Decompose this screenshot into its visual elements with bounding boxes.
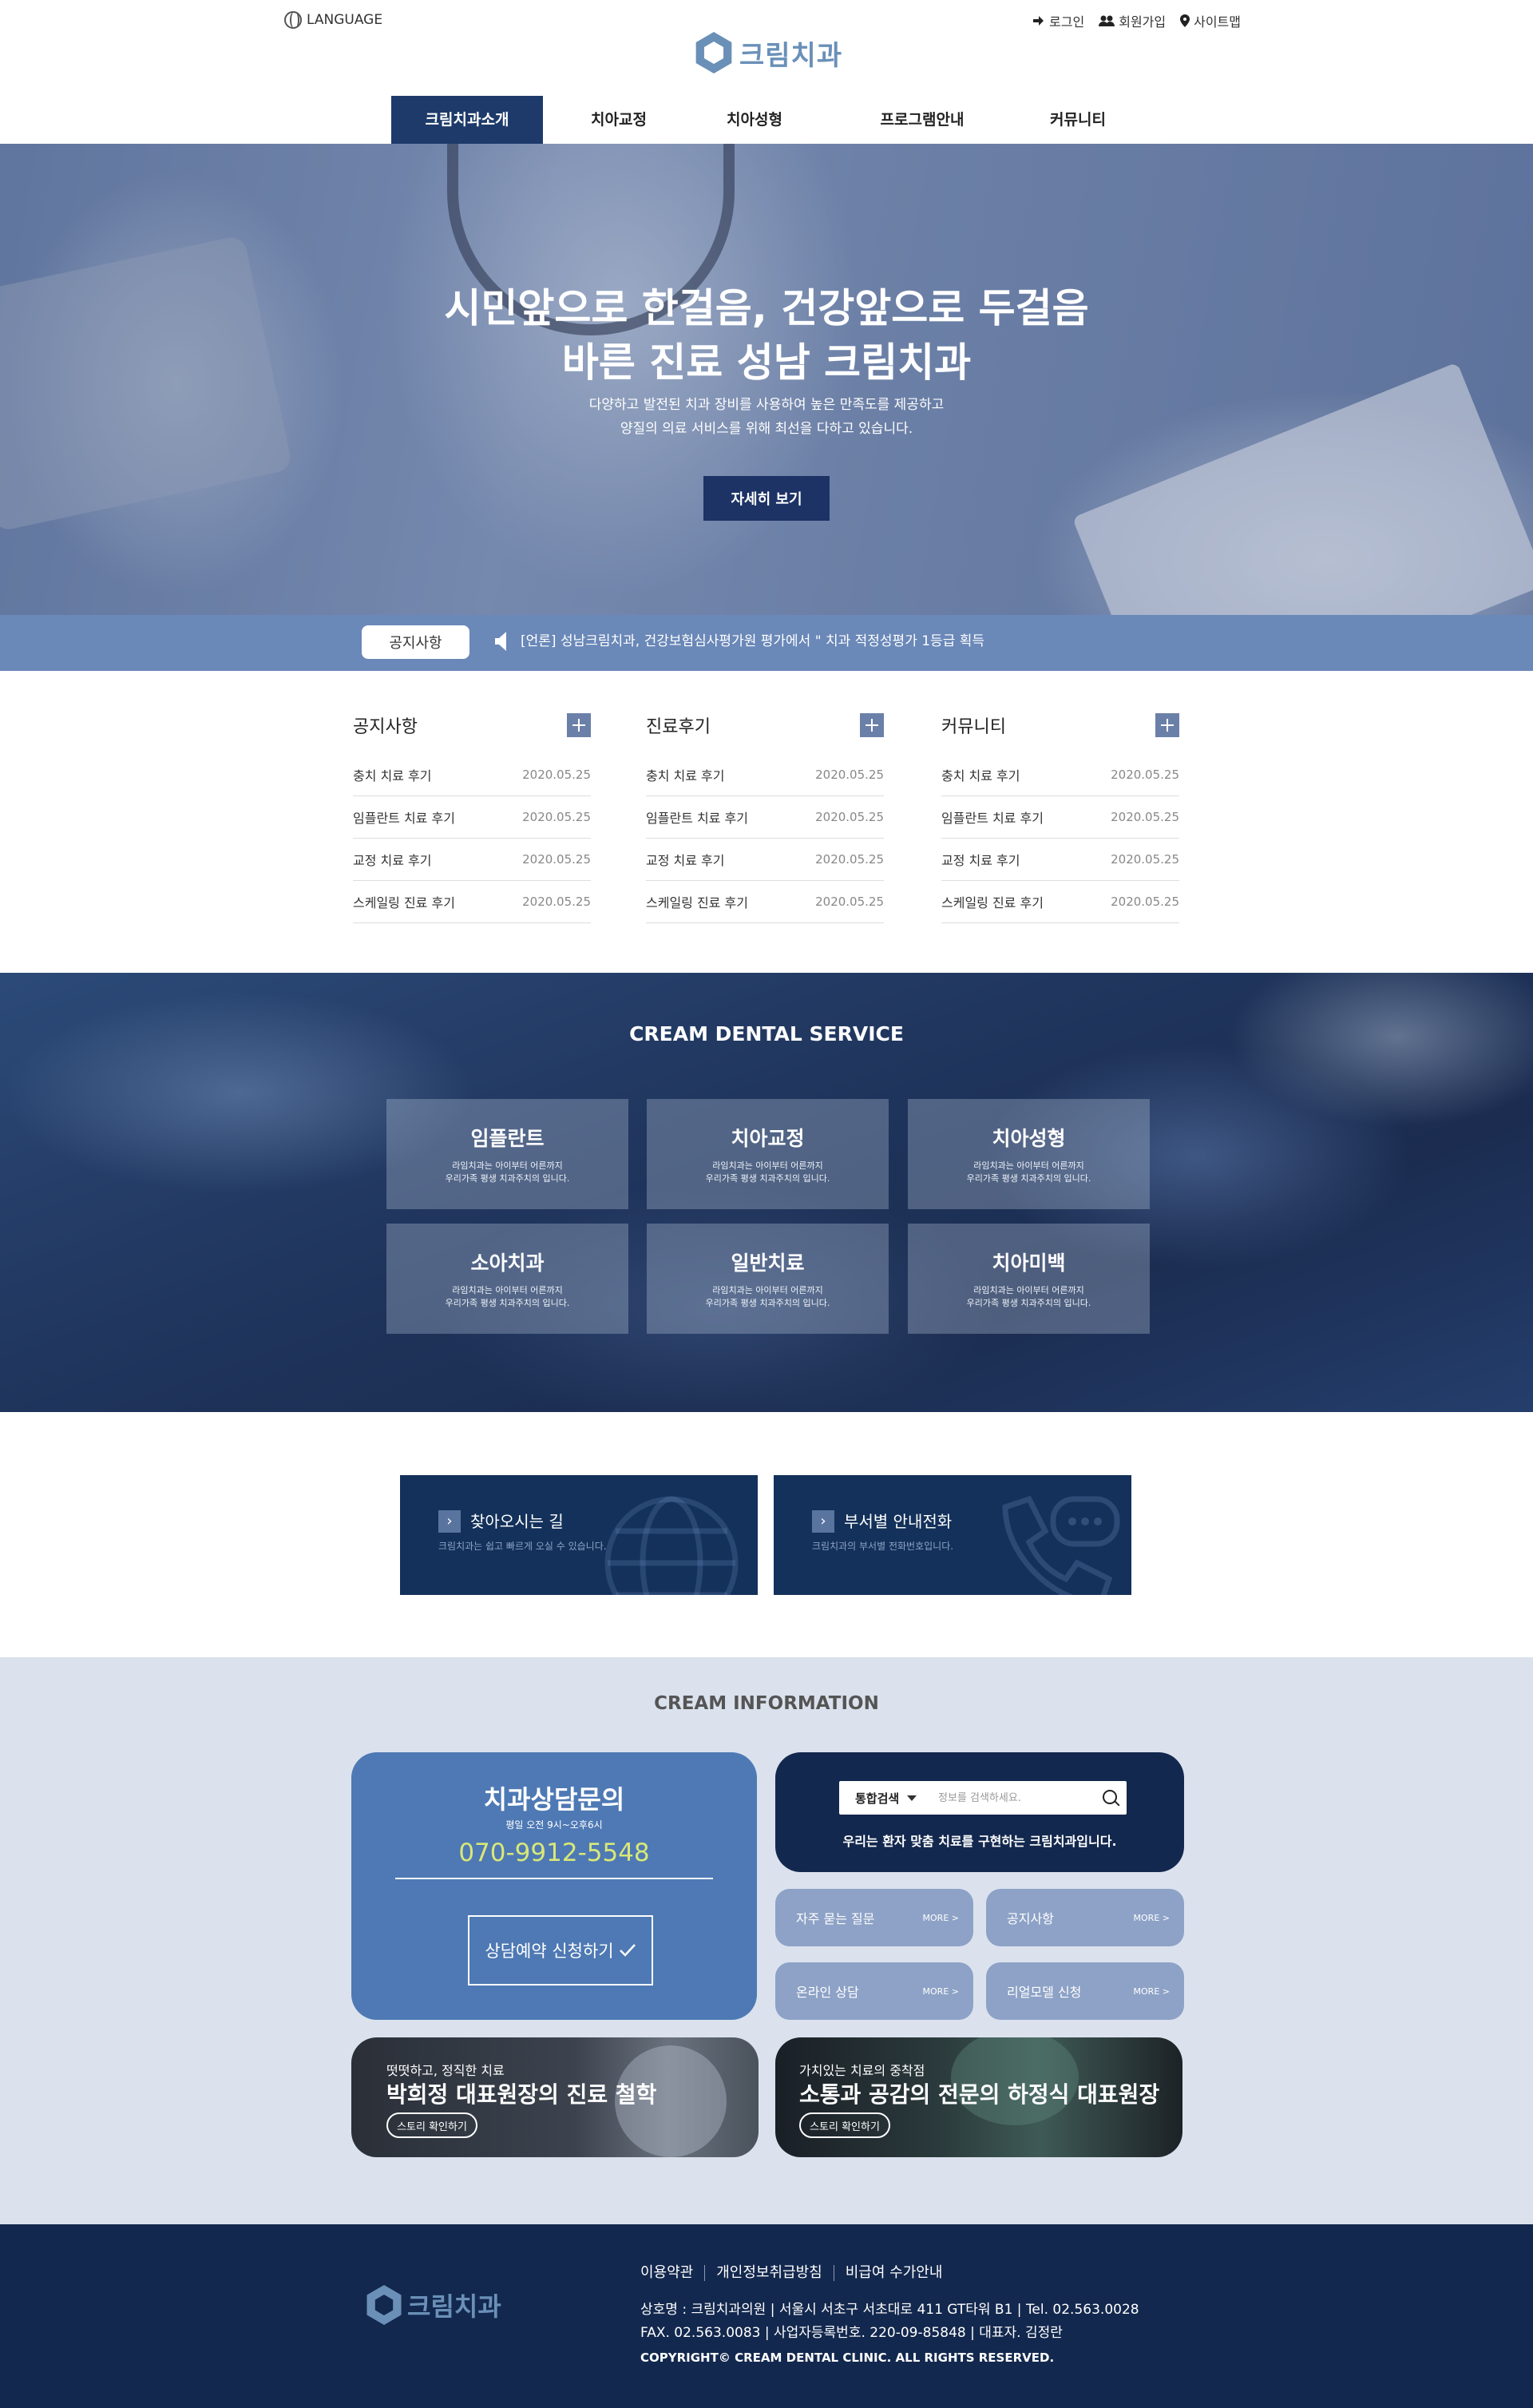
hero-more-button[interactable]: 자세히 보기 <box>703 476 830 521</box>
information-section <box>0 1657 1533 2224</box>
footer-copyright: COPYRIGHT© CREAM DENTAL CLINIC. ALL RIGH… <box>640 2350 1055 2365</box>
list-item[interactable]: 임플란트 치료 후기 2020.05.25 <box>646 796 884 839</box>
consult-reservation-button[interactable]: 상담예약 신청하기 <box>468 1915 653 1986</box>
globe-icon <box>604 1496 739 1595</box>
list-item[interactable]: 스케일링 진료 후기 2020.05.25 <box>646 881 884 923</box>
list-item[interactable]: 교정 치료 후기 2020.05.25 <box>353 839 591 881</box>
board-reviews: 진료후기 충치 치료 후기 2020.05.25 임플란트 치료 후기 2020.0… <box>646 711 884 923</box>
quick-link-phone-directory[interactable]: › 부서별 안내전화 크림치과의 부서별 전화번호입니다. <box>774 1475 1131 1595</box>
logo-text: 크림치과 <box>739 39 843 72</box>
story-button[interactable]: 스토리 확인하기 <box>799 2112 890 2138</box>
chevron-right-icon: › <box>812 1510 834 1533</box>
service-card-implant[interactable]: 임플란트 라임치과는 아이부터 어른까지 우리가족 평생 치과주치의 입니다. <box>386 1099 628 1209</box>
nav-item-about[interactable]: 크림치과소개 <box>391 96 543 144</box>
list-item[interactable]: 교정 치료 후기 2020.05.25 <box>941 839 1179 881</box>
privacy-link[interactable]: 개인정보취급방침 <box>704 2265 833 2281</box>
board-title: 공지사항 <box>353 717 418 737</box>
chevron-right-icon: › <box>438 1510 461 1533</box>
search-icon[interactable] <box>1095 1782 1127 1814</box>
faq-link[interactable]: 자주 묻는 질문 MORE > <box>775 1889 973 1946</box>
real-model-link[interactable]: 리얼모델 신청 MORE > <box>986 1962 1184 2020</box>
service-card-general[interactable]: 일반치료 라임치과는 아이부터 어른까지 우리가족 평생 치과주치의 입니다. <box>647 1224 889 1334</box>
notice-ticker-text[interactable]: [언론] 성남크림치과, 건강보험심사평가원 평가에서 " 치과 적정성평가 1… <box>521 632 984 651</box>
search-category-select[interactable]: 통합검색 <box>839 1790 938 1807</box>
nav-item-cosmetic[interactable]: 치아성형 <box>695 96 814 144</box>
login-link[interactable]: 로그인 <box>1032 11 1084 30</box>
list-item[interactable]: 교정 치료 후기 2020.05.25 <box>646 839 884 881</box>
search-input[interactable] <box>938 1791 1095 1804</box>
list-item[interactable]: 충치 치료 후기 2020.05.25 <box>353 754 591 796</box>
nav-item-orthodontics[interactable]: 치아교정 <box>543 96 695 144</box>
nav-item-programs[interactable]: 프로그램안내 <box>814 96 1030 144</box>
divider <box>395 1878 713 1879</box>
main-navigation: 크림치과소개 치아교정 치아성형 프로그램안내 커뮤니티 <box>391 96 1126 144</box>
footer-links: 이용약관 개인정보취급방침 비급여 수가안내 <box>640 2265 953 2281</box>
board-notice: 공지사항 충치 치료 후기 2020.05.25 임플란트 치료 후기 2020.0… <box>353 711 591 923</box>
signup-link[interactable]: 회원가입 <box>1099 11 1166 30</box>
utility-links: 로그인 회원가입 사이트맵 <box>1032 11 1241 30</box>
hero-description: 다양하고 발전된 치과 장비를 사용하여 높은 만족도를 제공하고 양질의 의료… <box>588 397 945 437</box>
footer-logo[interactable]: 크림치과 <box>364 2285 501 2325</box>
language-label: LANGUAGE <box>307 12 383 28</box>
list-item[interactable]: 충치 치료 후기 2020.05.25 <box>646 754 884 796</box>
phone-chat-icon <box>1002 1495 1120 1595</box>
list-item[interactable]: 스케일링 진료 후기 2020.05.25 <box>353 881 591 923</box>
list-item[interactable]: 충치 치료 후기 2020.05.25 <box>941 754 1179 796</box>
story-card-director-communication[interactable]: 가치있는 치료의 중착점 소통과 공감의 전문의 하정식 대표원장 스토리 확인… <box>775 2037 1182 2157</box>
logo-mark-icon <box>693 32 735 73</box>
list-item[interactable]: 스케일링 진료 후기 2020.05.25 <box>941 881 1179 923</box>
login-icon <box>1033 16 1044 26</box>
quick-link-directions[interactable]: › 찾아오시는 길 크림치과는 쉽고 빠르게 오실 수 있습니다. <box>400 1475 758 1595</box>
sitemap-link[interactable]: 사이트맵 <box>1180 11 1241 30</box>
hero-title: 시민앞으로 한걸음, 건강앞으로 두걸음 바른 진료 성남 크림치과 <box>444 285 1089 386</box>
online-consult-link[interactable]: 온라인 상담 MORE > <box>775 1962 973 2020</box>
globe-icon <box>284 11 302 29</box>
speaker-icon <box>495 632 506 651</box>
board-title: 진료후기 <box>646 717 711 737</box>
story-card-director-philosophy[interactable]: 떳떳하고, 정직한 치료 박희정 대표원장의 진료 철학 스토리 확인하기 <box>351 2037 759 2157</box>
service-card-pediatric[interactable]: 소아치과 라임치과는 아이부터 어른까지 우리가족 평생 치과주치의 입니다. <box>386 1224 628 1334</box>
language-selector[interactable]: LANGUAGE <box>284 11 382 29</box>
caret-down-icon <box>907 1795 917 1801</box>
service-title: CREAM DENTAL SERVICE <box>629 1022 904 1045</box>
terms-link[interactable]: 이용약관 <box>640 2265 704 2281</box>
footer-company-info: 상호명 : 크림치과의원 | 서울시 서초구 서초대로 411 GT타워 B1 … <box>640 2302 1139 2318</box>
list-item[interactable]: 임플란트 치료 후기 2020.05.25 <box>941 796 1179 839</box>
board-more-plus-icon[interactable] <box>1155 713 1179 737</box>
integrated-search-card: 통합검색 우리는 환자 맞춤 치료를 구현하는 크림치과입니다. <box>775 1752 1184 1872</box>
map-pin-icon <box>1180 14 1190 27</box>
fee-info-link[interactable]: 비급여 수가안내 <box>833 2265 954 2281</box>
footer-business-info: FAX. 02.563.0083 | 사업자등록번호. 220-09-85848… <box>640 2325 1063 2341</box>
notice-link[interactable]: 공지사항 MORE > <box>986 1889 1184 1946</box>
search-field: 통합검색 <box>838 1779 1128 1816</box>
users-icon <box>1099 15 1115 26</box>
notice-label[interactable]: 공지사항 <box>362 625 469 659</box>
board-more-plus-icon[interactable] <box>860 713 884 737</box>
board-more-plus-icon[interactable] <box>567 713 591 737</box>
board-community: 커뮤니티 충치 치료 후기 2020.05.25 임플란트 치료 후기 2020.0… <box>941 711 1179 923</box>
consult-card: 치과상담문의 평일 오전 9시~오후6시 070-9912-5548 상담예약 … <box>351 1752 757 2020</box>
information-title: CREAM INFORMATION <box>654 1693 879 1714</box>
service-card-whitening[interactable]: 치아미백 라임치과는 아이부터 어른까지 우리가족 평생 치과주치의 입니다. <box>908 1224 1150 1334</box>
board-title: 커뮤니티 <box>941 717 1006 737</box>
service-card-cosmetic[interactable]: 치아성형 라임치과는 아이부터 어른까지 우리가족 평생 치과주치의 입니다. <box>908 1099 1150 1209</box>
logo-mark-icon <box>364 2285 404 2325</box>
check-icon <box>619 1944 636 1957</box>
site-logo[interactable]: 크림치과 <box>693 32 842 73</box>
list-item[interactable]: 임플란트 치료 후기 2020.05.25 <box>353 796 591 839</box>
story-button[interactable]: 스토리 확인하기 <box>386 2112 477 2138</box>
consult-phone-number[interactable]: 070-9912-5548 <box>351 1839 757 1867</box>
service-card-orthodontics[interactable]: 치아교정 라임치과는 아이부터 어른까지 우리가족 평생 치과주치의 입니다. <box>647 1099 889 1209</box>
nav-item-community[interactable]: 커뮤니티 <box>1030 96 1126 144</box>
